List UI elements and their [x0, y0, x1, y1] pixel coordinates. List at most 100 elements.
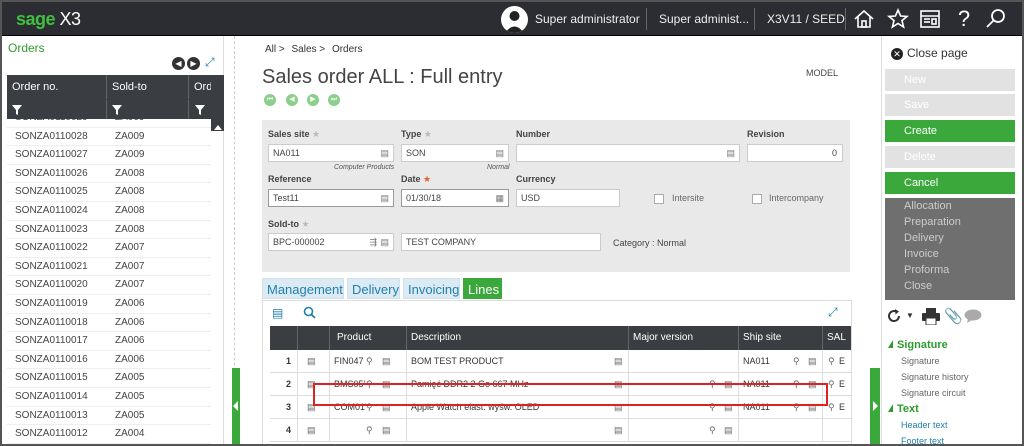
- lookup-icon[interactable]: ▤: [614, 419, 623, 441]
- product-cell[interactable]: FIN047 ⚲ ▤: [330, 350, 407, 372]
- lookup-icon[interactable]: ▤: [382, 396, 391, 418]
- number-field[interactable]: ▤: [516, 144, 740, 162]
- search-icon[interactable]: ⚲: [793, 373, 800, 395]
- help-icon[interactable]: ?: [952, 7, 976, 31]
- folder-name[interactable]: X3V11 / SEED: [767, 2, 845, 36]
- search-icon[interactable]: ⚲: [366, 419, 373, 441]
- description-cell[interactable]: BOM TEST PRODUCT ▤: [407, 350, 629, 372]
- lookup-icon[interactable]: ▤: [724, 373, 733, 395]
- search-icon[interactable]: ⚲: [793, 350, 800, 372]
- last-record-icon[interactable]: ⏭: [328, 94, 340, 106]
- lookup-icon[interactable]: ▤: [614, 396, 623, 418]
- star-icon[interactable]: [886, 7, 910, 31]
- grid-search-icon[interactable]: [303, 306, 316, 319]
- signature-link[interactable]: Signature: [901, 356, 940, 366]
- lookup-icon[interactable]: ▤: [614, 350, 623, 372]
- search-icon[interactable]: ⚲: [366, 396, 373, 418]
- attachment-icon[interactable]: 📎: [944, 307, 963, 325]
- major-version-cell[interactable]: ⚲ ▤: [629, 419, 739, 441]
- row-menu-icon[interactable]: ▤: [307, 373, 316, 395]
- list-item[interactable]: SONZA0110019 ZA006: [7, 295, 211, 314]
- app-logo[interactable]: sage X3: [16, 9, 81, 30]
- date-field[interactable]: 01/30/18 ▦: [401, 189, 509, 207]
- breadcrumb-all[interactable]: All >: [265, 44, 285, 55]
- menu-item-allocation[interactable]: Allocation: [885, 198, 1015, 214]
- column-ship-site[interactable]: Ship site: [739, 326, 823, 350]
- menu-item-preparation[interactable]: Preparation: [885, 214, 1015, 230]
- product-cell[interactable]: BMS05' ⚲ ▤: [330, 373, 407, 395]
- breadcrumb-orders[interactable]: Orders: [332, 44, 363, 55]
- table-row[interactable]: 3 ▤ COM01' ⚲ ▤ Apple Watch elast. wyśw. OLED ▤…: [270, 396, 851, 419]
- role-name[interactable]: Super administ...: [659, 2, 749, 36]
- list-item[interactable]: SONZA0110028 ZA009: [7, 128, 211, 147]
- table-row[interactable]: 2 ▤ BMS05' ⚲ ▤ Pamięć DDR2 2 Go 667 MHz ▤ ⚲ ▤ NA0…: [270, 373, 851, 396]
- lookup-icon[interactable]: ▤: [808, 350, 817, 372]
- search-icon[interactable]: ⚲: [828, 373, 835, 395]
- column-order-no[interactable]: Order no.: [7, 75, 107, 99]
- column-ord[interactable]: Ord: [189, 75, 212, 99]
- sales-site-field[interactable]: NA011 ▤: [268, 144, 394, 162]
- menu-item-close[interactable]: Close: [885, 278, 1015, 294]
- list-item[interactable]: SONZA0110012 ZA004: [7, 425, 211, 444]
- sal-cell[interactable]: E ⚲: [823, 373, 851, 395]
- lookup-icon[interactable]: ▤: [724, 419, 733, 441]
- left-panel-toggle[interactable]: [232, 368, 240, 444]
- signature-section[interactable]: Signature: [888, 339, 948, 351]
- table-row[interactable]: 4 ▤ ⚲ ▤ ▤ ⚲ ▤: [270, 419, 851, 442]
- dropdown-icon[interactable]: ▼: [906, 311, 914, 320]
- close-page-button[interactable]: ✕ Close page: [891, 46, 968, 60]
- home-icon[interactable]: [852, 7, 876, 31]
- list-item[interactable]: SONZA0110021 ZA007: [7, 258, 211, 277]
- grid-settings-icon[interactable]: ▤: [272, 306, 283, 320]
- intercompany-checkbox[interactable]: [752, 194, 762, 204]
- description-cell[interactable]: Apple Watch elast. wyśw. OLED ▤: [407, 396, 629, 418]
- column-major-version[interactable]: Major version: [629, 326, 739, 350]
- lookup-icon[interactable]: ▤: [724, 396, 733, 418]
- list-item[interactable]: SONZA0110026 ZA008: [7, 165, 211, 184]
- signature-link[interactable]: Signature history: [901, 372, 969, 382]
- list-item[interactable]: SONZA0110020 ZA007: [7, 276, 211, 295]
- lookup-icon[interactable]: ▤: [382, 373, 391, 395]
- search-icon[interactable]: [984, 7, 1008, 31]
- ship-site-cell[interactable]: NA011 ⚲ ▤: [739, 396, 823, 418]
- sal-cell[interactable]: [823, 419, 851, 441]
- list-item[interactable]: SONZA0110014 ZA005: [7, 388, 211, 407]
- description-cell[interactable]: ▤: [407, 419, 629, 441]
- major-version-cell[interactable]: ⚲ ▤: [629, 373, 739, 395]
- scrollbar[interactable]: [211, 75, 224, 131]
- expand-grid-icon[interactable]: ⤢: [828, 305, 838, 320]
- column-product[interactable]: Product: [330, 326, 407, 350]
- scroll-up-icon[interactable]: [214, 125, 222, 130]
- table-row[interactable]: 1 ▤ FIN047 ⚲ ▤ BOM TEST PRODUCT ▤ NA011 ⚲ ▤ E ⚲: [270, 350, 851, 373]
- delete-button[interactable]: Delete: [885, 146, 1015, 168]
- row-menu-icon[interactable]: ▤: [307, 350, 316, 372]
- ship-site-cell[interactable]: [739, 419, 823, 441]
- search-icon[interactable]: ⚲: [709, 373, 716, 395]
- tab-delivery[interactable]: Delivery: [347, 278, 400, 299]
- lookup-icon[interactable]: ▤: [382, 350, 391, 372]
- list-item[interactable]: SONZA0110027 ZA009: [7, 146, 211, 165]
- filter-ord[interactable]: [189, 100, 211, 119]
- menu-item-delivery[interactable]: Delivery: [885, 230, 1015, 246]
- list-item[interactable]: SONZA0110022 ZA007: [7, 239, 211, 258]
- ship-site-cell[interactable]: NA011 ⚲ ▤: [739, 373, 823, 395]
- currency-field[interactable]: USD: [516, 189, 620, 207]
- user-name[interactable]: Super administrator: [535, 2, 640, 36]
- major-version-cell[interactable]: [629, 350, 739, 372]
- major-version-cell[interactable]: ⚲ ▤: [629, 396, 739, 418]
- row-menu-icon[interactable]: ▤: [307, 396, 316, 418]
- lookup-icon[interactable]: ▤: [614, 373, 623, 395]
- description-cell[interactable]: Pamięć DDR2 2 Go 667 MHz ▤: [407, 373, 629, 395]
- row-action[interactable]: ▤: [298, 350, 330, 372]
- print-icon[interactable]: [922, 308, 940, 325]
- column-description[interactable]: Description: [407, 326, 629, 350]
- expand-icon[interactable]: ⤢: [205, 55, 215, 70]
- list-item[interactable]: SONZA0110029 ZA009: [7, 119, 211, 128]
- reference-field[interactable]: Test11 ▤: [268, 189, 394, 207]
- product-cell[interactable]: COM01' ⚲ ▤: [330, 396, 407, 418]
- right-panel-toggle[interactable]: [870, 368, 880, 444]
- text-section[interactable]: Text: [888, 403, 919, 415]
- menu-item-invoice[interactable]: Invoice: [885, 246, 1015, 262]
- list-item[interactable]: SONZA0110017 ZA006: [7, 332, 211, 351]
- search-icon[interactable]: ⚲: [366, 350, 373, 372]
